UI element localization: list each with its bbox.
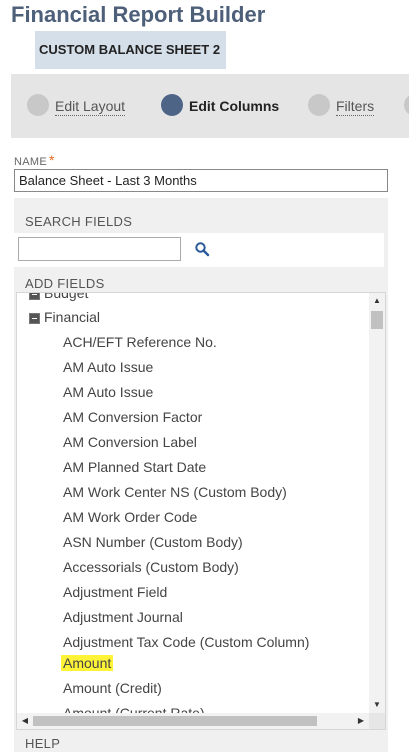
step-filters-label[interactable]: Filters — [336, 98, 375, 116]
collapse-icon[interactable] — [29, 293, 40, 300]
search-icon[interactable] — [194, 241, 212, 259]
tree-item[interactable]: AM Work Order Code — [63, 508, 197, 526]
collapse-icon[interactable] — [29, 312, 40, 324]
search-fields-label: SEARCH FIELDS — [25, 214, 133, 229]
vertical-scroll-thumb[interactable] — [371, 311, 383, 329]
scroll-right-arrow-icon[interactable]: ▶ — [353, 713, 369, 729]
scrollbar-corner — [369, 713, 385, 729]
tree-group-label: Financial — [44, 309, 101, 325]
tree-item[interactable]: ACH/EFT Reference No. — [63, 333, 217, 351]
tree-item[interactable]: ASN Number (Custom Body) — [63, 533, 243, 551]
tree-item[interactable]: Accessorials (Custom Body) — [63, 558, 239, 576]
fields-panel: SEARCH FIELDS ADD FIELDS Budget Financia… — [14, 198, 388, 752]
tree-item[interactable]: AM Conversion Label — [63, 433, 197, 451]
tree-item[interactable]: AM Auto Issue — [63, 383, 153, 401]
tree-item[interactable]: Amount (Credit) — [63, 679, 162, 697]
tree-item[interactable]: Adjustment Journal — [63, 608, 183, 626]
tree-item-highlighted[interactable]: Amount — [61, 654, 114, 672]
tree-group-label: Budget — [44, 293, 89, 301]
name-label-text: NAME — [14, 156, 47, 168]
horizontal-scrollbar[interactable]: ◀ ▶ — [17, 713, 369, 729]
add-fields-label: ADD FIELDS — [25, 276, 105, 291]
tree-group-budget[interactable]: Budget — [29, 293, 88, 302]
tree-group-financial[interactable]: Financial — [29, 308, 100, 326]
help-label: HELP — [25, 736, 61, 751]
page-title: Financial Report Builder — [11, 2, 266, 27]
highlighted-field-label: Amount — [61, 655, 114, 671]
tree-item[interactable]: AM Conversion Factor — [63, 408, 202, 426]
scroll-down-arrow-icon[interactable]: ▼ — [369, 697, 385, 713]
tree-item[interactable]: Adjustment Field — [63, 583, 167, 601]
search-fields-input[interactable] — [18, 237, 181, 261]
horizontal-scroll-thumb[interactable] — [33, 716, 317, 726]
wizard-steps-bar: Edit Layout Edit Columns Filters — [11, 74, 409, 138]
scroll-left-arrow-icon[interactable]: ◀ — [17, 713, 33, 729]
scroll-up-arrow-icon[interactable]: ▲ — [369, 293, 385, 309]
tree-item[interactable]: Adjustment Tax Code (Custom Column) — [63, 633, 309, 651]
step-circle-active-icon — [161, 94, 183, 116]
report-name-input[interactable] — [14, 169, 388, 192]
report-name-banner: CUSTOM BALANCE SHEET 2 — [35, 31, 226, 69]
name-field-label: NAME * — [14, 152, 55, 168]
field-tree-viewport: Budget Financial ACH/EFT Reference No. A… — [17, 293, 369, 713]
tree-item[interactable]: AM Auto Issue — [63, 358, 153, 376]
tree-item[interactable]: AM Planned Start Date — [63, 458, 206, 476]
step-circle-icon — [27, 94, 49, 116]
step-edit-columns-label: Edit Columns — [189, 98, 280, 114]
required-asterisk: * — [48, 152, 55, 168]
step-circle-icon — [308, 94, 330, 116]
tree-item[interactable]: AM Work Center NS (Custom Body) — [63, 483, 287, 501]
field-tree: Budget Financial ACH/EFT Reference No. A… — [16, 292, 386, 730]
step-edit-layout-label[interactable]: Edit Layout — [55, 98, 126, 116]
report-name: CUSTOM BALANCE SHEET 2 — [39, 42, 221, 57]
step-circle-icon — [404, 94, 409, 116]
search-row — [14, 233, 384, 267]
vertical-scrollbar[interactable]: ▲ ▼ — [369, 293, 385, 713]
tree-item[interactable]: Amount (Current Rate) — [63, 704, 205, 713]
